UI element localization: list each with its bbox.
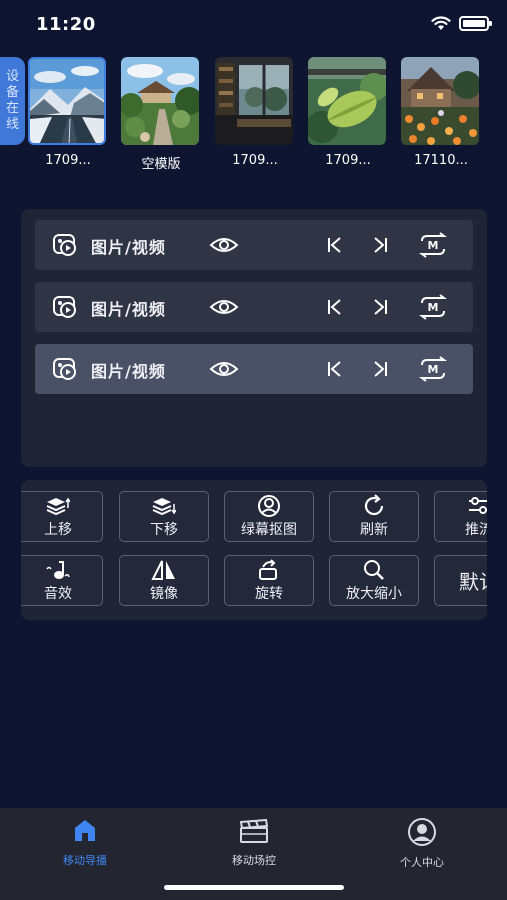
thumbnail-image-garden-path (121, 57, 199, 145)
device-online-tab[interactable]: 设 备 在 线 (0, 57, 25, 145)
side-tab-char: 线 (5, 117, 19, 132)
svg-text:M: M (428, 363, 439, 376)
media-type-label: 图片/视频 (91, 238, 166, 257)
home-indicator[interactable] (164, 885, 344, 890)
thumbnail-image-snowy-road (28, 57, 106, 145)
thumbnail-label: 17110... (414, 153, 468, 168)
eye-icon[interactable] (209, 297, 239, 317)
media-layer-row[interactable]: 图片/视频 M (35, 220, 473, 270)
thumbnail-label: 1709... (45, 153, 91, 168)
mirror-icon (151, 560, 175, 580)
rotate-button[interactable]: 旋转 (224, 555, 314, 606)
button-label: 旋转 (255, 585, 283, 602)
skip-previous-icon[interactable] (326, 236, 344, 254)
loop-mode-icon[interactable]: M (418, 232, 448, 258)
scene-thumbnail[interactable]: 17110... (401, 57, 481, 168)
svg-text:M: M (428, 301, 439, 314)
button-label: 音效 (44, 585, 72, 602)
zoom-button[interactable]: 放大缩小 (329, 555, 419, 606)
thumbnail-label: 1709... (325, 153, 371, 168)
media-type-label: 图片/视频 (91, 300, 166, 319)
user-icon (408, 818, 436, 846)
home-icon (75, 820, 95, 841)
button-label: 绿幕抠图 (241, 521, 297, 538)
button-label: 下移 (150, 521, 178, 538)
eye-icon[interactable] (209, 235, 239, 255)
thumbnail-image-window-room (215, 57, 293, 145)
default-button[interactable]: 默认 (434, 555, 487, 606)
skip-next-icon[interactable] (371, 236, 389, 254)
media-layer-row[interactable]: 图片/视频 M (35, 282, 473, 332)
button-label: 刷新 (360, 521, 388, 538)
media-gallery-icon (53, 234, 76, 256)
media-layer-panel: 图片/视频 M 图片/视频 M 图片/视频 M (21, 209, 487, 467)
button-label: 默认 (459, 570, 487, 594)
loop-mode-icon[interactable]: M (418, 356, 448, 382)
skip-previous-icon[interactable] (326, 360, 344, 378)
tab-label: 个人中心 (400, 856, 444, 869)
side-tab-char: 设 (5, 69, 19, 84)
skip-next-icon[interactable] (371, 298, 389, 316)
refresh-icon (364, 493, 384, 515)
side-tab-char: 备 (5, 85, 19, 100)
music-note-icon (46, 560, 70, 579)
green-screen-keying-button[interactable]: 绿幕抠图 (224, 491, 314, 542)
media-gallery-icon (53, 358, 76, 380)
clapperboard-icon (239, 818, 269, 843)
layers-down-icon (152, 497, 176, 515)
thumbnail-label: 1709... (232, 153, 278, 168)
media-layer-row-selected[interactable]: 图片/视频 M (35, 344, 473, 394)
stream-push-button[interactable]: 推流 (434, 491, 487, 542)
thumbnail-image-leaf-closeup (308, 57, 386, 145)
media-type-label: 图片/视频 (91, 362, 166, 381)
control-button-panel: 上移 下移 绿幕抠图 刷新 推流 音效 镜像 旋转 放大缩小 默 (21, 480, 487, 620)
skip-previous-icon[interactable] (326, 298, 344, 316)
eye-icon[interactable] (209, 359, 239, 379)
scene-thumbnail[interactable]: 1709... (28, 57, 108, 168)
skip-next-icon[interactable] (371, 360, 389, 378)
sliders-icon (469, 496, 487, 514)
scene-thumbnail[interactable]: 1709... (215, 57, 295, 168)
tab-mobile-field-control[interactable]: 移动场控 (194, 818, 314, 868)
tab-mobile-director[interactable]: 移动导播 (25, 818, 145, 868)
wifi-icon (431, 16, 451, 30)
svg-text:M: M (428, 239, 439, 252)
side-tab-char: 在 (5, 101, 19, 116)
loop-mode-icon[interactable]: M (418, 294, 448, 320)
rotate-icon (259, 558, 277, 580)
status-icons (431, 16, 492, 31)
refresh-button[interactable]: 刷新 (329, 491, 419, 542)
zoom-icon (364, 559, 384, 580)
tab-label: 移动导播 (63, 854, 107, 867)
person-circle-icon (258, 494, 280, 517)
layers-up-icon (46, 497, 70, 515)
media-gallery-icon (53, 296, 76, 318)
button-label: 镜像 (150, 585, 178, 602)
move-down-button[interactable]: 下移 (119, 491, 209, 542)
button-label: 推流 (465, 521, 487, 538)
thumbnail-label: 空模版 (141, 157, 181, 172)
status-bar: 11:20 (0, 0, 507, 50)
battery-icon (459, 16, 492, 31)
mirror-button[interactable]: 镜像 (119, 555, 209, 606)
move-up-button[interactable]: 上移 (21, 491, 103, 542)
tab-label: 移动场控 (232, 854, 276, 867)
tab-personal-center[interactable]: 个人中心 (362, 818, 482, 870)
scene-thumbnail[interactable]: 1709... (308, 57, 388, 168)
sound-effect-button[interactable]: 音效 (21, 555, 103, 606)
status-time: 11:20 (36, 14, 96, 35)
thumbnail-image-flower-house (401, 57, 479, 145)
scene-thumbnail[interactable]: 空模版 (121, 57, 201, 172)
scene-thumbnail-strip: 1709... 空模版 1709... 1709... 17110... (28, 57, 507, 177)
button-label: 上移 (44, 521, 72, 538)
button-label: 放大缩小 (346, 585, 402, 602)
